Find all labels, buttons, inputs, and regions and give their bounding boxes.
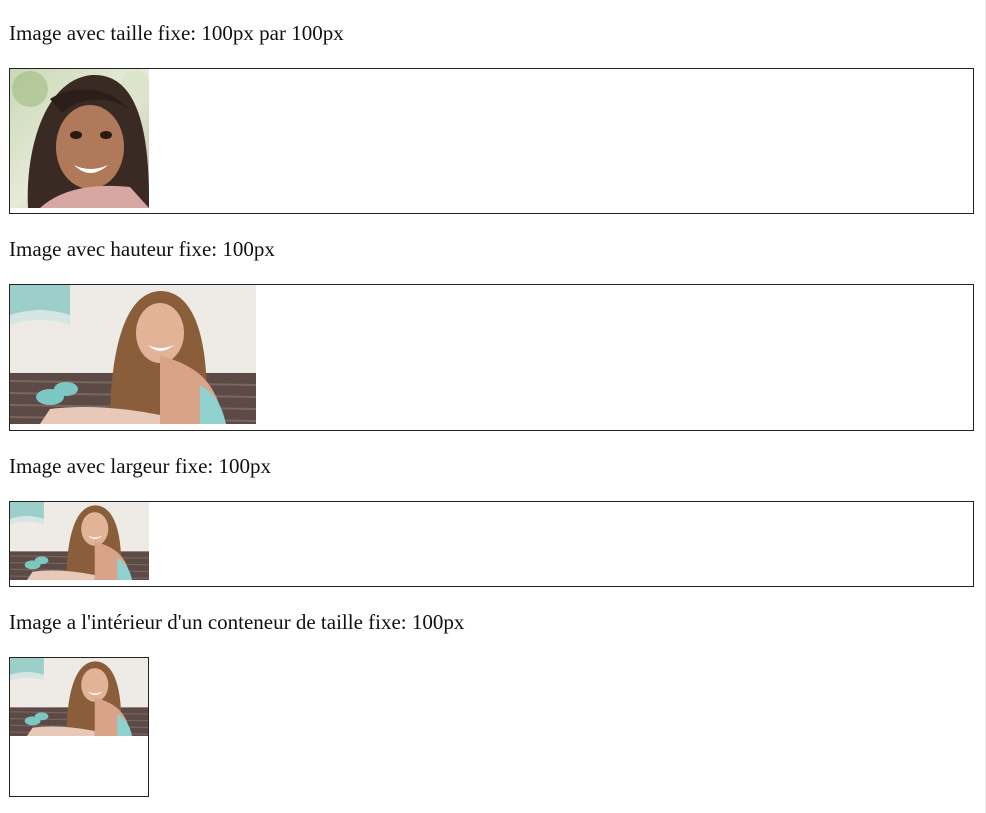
caption-fixed-height: Image avec hauteur fixe: 100px xyxy=(9,237,275,261)
portrait-image-smiling-woman xyxy=(10,285,256,424)
portrait-image-smiling-woman-small xyxy=(10,502,149,580)
caption-fixed-width: Image avec largeur fixe: 100px xyxy=(9,454,271,478)
portrait-image-dark-hair xyxy=(10,69,149,208)
portrait-image-smiling-woman-contained xyxy=(10,658,148,736)
caption-fixed-container: Image a l'intérieur d'un conteneur de ta… xyxy=(9,610,465,634)
fixed-size-square-container xyxy=(9,657,149,797)
fixed-height-container xyxy=(9,284,974,431)
fixed-width-container xyxy=(9,501,974,587)
caption-fixed-size: Image avec taille fixe: 100px par 100px xyxy=(9,21,344,45)
fixed-size-container xyxy=(9,68,974,214)
